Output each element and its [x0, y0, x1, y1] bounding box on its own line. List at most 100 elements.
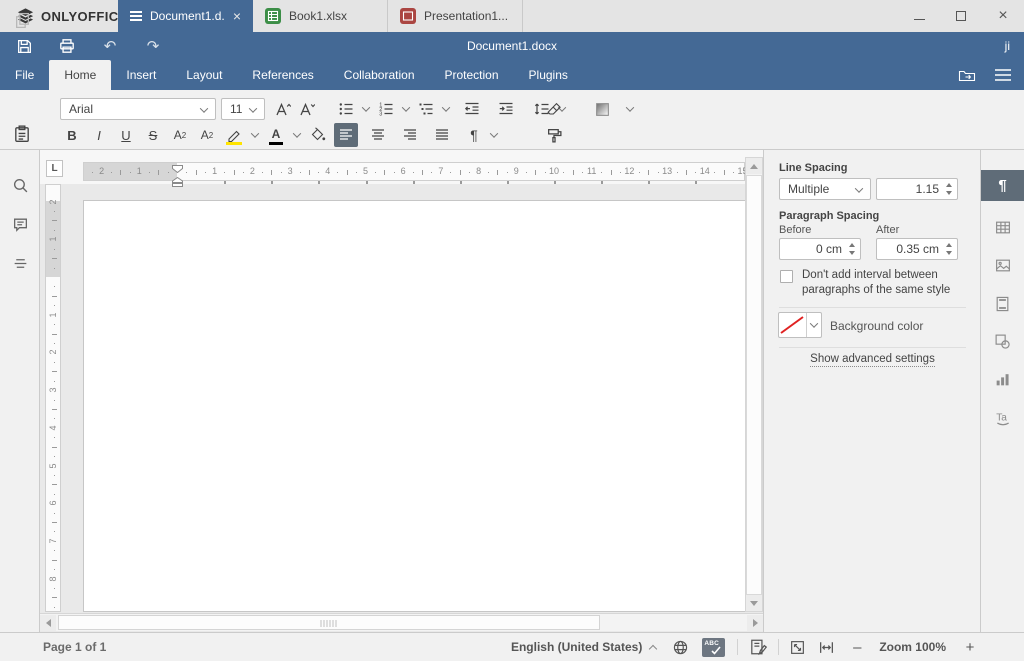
paste-button[interactable]	[10, 122, 34, 146]
font-color-dropdown[interactable]	[291, 123, 303, 147]
decrease-font-size-button[interactable]	[295, 97, 319, 121]
spell-check-button[interactable]: ABC	[702, 638, 725, 657]
background-color-picker[interactable]	[778, 312, 822, 338]
align-right-button[interactable]	[398, 123, 422, 147]
table-shading-button[interactable]	[590, 97, 614, 121]
spin-up-icon[interactable]	[946, 183, 952, 187]
scroll-up-button[interactable]	[746, 158, 762, 174]
open-file-location-button[interactable]	[958, 66, 976, 84]
fit-to-width-button[interactable]	[818, 639, 835, 656]
horizontal-scrollbar[interactable]	[40, 613, 763, 631]
user-avatar[interactable]: ji	[1005, 32, 1010, 60]
save-button[interactable]	[15, 37, 33, 55]
redo-button[interactable]: ↷	[144, 37, 162, 55]
undo-button[interactable]: ↶	[101, 37, 119, 55]
left-indent-marker[interactable]	[172, 176, 183, 190]
navigation-button[interactable]	[12, 255, 29, 272]
scroll-down-button[interactable]	[746, 595, 762, 611]
shape-settings-tab[interactable]	[981, 326, 1024, 357]
spin-down-icon[interactable]	[946, 251, 952, 255]
document-page[interactable]	[83, 200, 745, 612]
no-interval-checkbox[interactable]	[780, 270, 793, 283]
increase-indent-button[interactable]	[494, 97, 518, 121]
align-center-button[interactable]	[366, 123, 390, 147]
tab-document1[interactable]: Document1.d... ×	[118, 0, 253, 32]
menu-layout[interactable]: Layout	[171, 60, 237, 90]
font-color-button[interactable]: A	[264, 123, 288, 147]
multilevel-dropdown[interactable]	[440, 97, 452, 121]
align-left-button[interactable]	[334, 123, 358, 147]
menu-home[interactable]: Home	[49, 60, 111, 90]
horizontal-scroll-thumb[interactable]	[58, 615, 600, 630]
highlight-color-button[interactable]	[222, 123, 246, 147]
vertical-ruler[interactable]: 2112345678	[45, 184, 61, 612]
show-advanced-settings-link[interactable]: Show advanced settings	[764, 353, 981, 365]
menu-collaboration[interactable]: Collaboration	[329, 60, 430, 90]
paragraph-settings-tab[interactable]: ¶	[981, 170, 1024, 201]
comments-button[interactable]	[12, 216, 29, 233]
image-settings-tab[interactable]	[981, 250, 1024, 281]
italic-button[interactable]: I	[87, 123, 111, 147]
zoom-in-button[interactable]: +	[962, 639, 978, 656]
copy-button[interactable]	[10, 8, 34, 32]
scroll-left-button[interactable]	[40, 615, 56, 631]
spin-down-icon[interactable]	[849, 251, 855, 255]
chart-settings-tab[interactable]	[981, 364, 1024, 395]
strikeout-button[interactable]: S	[141, 123, 165, 147]
menu-references[interactable]: References	[237, 60, 328, 90]
spacing-after-spinner[interactable]: 0.35 cm	[876, 238, 958, 260]
increase-font-size-button[interactable]	[271, 97, 295, 121]
table-settings-tab[interactable]	[981, 212, 1024, 243]
menu-insert[interactable]: Insert	[111, 60, 171, 90]
minimize-button[interactable]	[898, 0, 940, 32]
subscript-button[interactable]: A2	[195, 123, 219, 147]
tab-close-icon[interactable]: ×	[233, 9, 241, 23]
nonprinting-characters-button[interactable]: ¶	[462, 123, 486, 147]
tab-presentation1[interactable]: Presentation1...	[388, 0, 523, 32]
menu-file[interactable]: File	[0, 60, 49, 90]
maximize-button[interactable]	[940, 0, 982, 32]
document-language[interactable]: English (United States)	[511, 640, 642, 654]
spacing-before-spinner[interactable]: 0 cm	[779, 238, 861, 260]
hamburger-menu-icon[interactable]	[994, 66, 1012, 84]
set-language-button[interactable]	[672, 639, 689, 656]
align-justify-button[interactable]	[430, 123, 454, 147]
bullets-dropdown[interactable]	[360, 97, 372, 121]
highlight-color-dropdown[interactable]	[249, 123, 261, 147]
page-indicator[interactable]: Page 1 of 1	[43, 633, 106, 661]
clear-style-button[interactable]	[542, 97, 566, 121]
bold-button[interactable]: B	[60, 123, 84, 147]
scroll-right-button[interactable]	[747, 615, 763, 631]
menu-protection[interactable]: Protection	[430, 60, 514, 90]
menu-plugins[interactable]: Plugins	[514, 60, 583, 90]
copy-style-button[interactable]	[542, 123, 566, 147]
numbering-button[interactable]: 123	[374, 97, 398, 121]
print-button[interactable]	[58, 37, 76, 55]
spin-up-icon[interactable]	[849, 243, 855, 247]
tab-book1[interactable]: Book1.xlsx	[253, 0, 388, 32]
decrease-indent-button[interactable]	[460, 97, 484, 121]
superscript-button[interactable]: A2	[168, 123, 192, 147]
spin-down-icon[interactable]	[946, 191, 952, 195]
vertical-scrollbar[interactable]	[745, 157, 763, 612]
track-changes-button[interactable]	[749, 638, 767, 656]
line-spacing-select[interactable]: Multiple	[779, 178, 871, 200]
zoom-level[interactable]: Zoom 100%	[879, 640, 946, 654]
horizontal-ruler[interactable]: 21123456789101112131415	[83, 162, 745, 181]
paragraph-shading-button[interactable]	[306, 123, 330, 147]
font-size-select[interactable]: 11	[221, 98, 265, 120]
bullets-button[interactable]	[334, 97, 358, 121]
search-button[interactable]	[12, 177, 29, 194]
spin-up-icon[interactable]	[946, 243, 952, 247]
numbering-dropdown[interactable]	[400, 97, 412, 121]
underline-button[interactable]: U	[114, 123, 138, 147]
multilevel-list-button[interactable]	[414, 97, 438, 121]
nonprinting-dropdown[interactable]	[488, 123, 500, 147]
line-spacing-value-spinner[interactable]: 1.15	[876, 178, 958, 200]
fit-to-page-button[interactable]	[789, 639, 806, 656]
background-color-dropdown[interactable]	[807, 313, 821, 337]
first-line-indent-marker[interactable]	[172, 162, 183, 176]
font-name-select[interactable]: Arial	[60, 98, 216, 120]
text-art-settings-tab[interactable]: Ta	[981, 402, 1024, 433]
zoom-out-button[interactable]: –	[849, 639, 865, 656]
